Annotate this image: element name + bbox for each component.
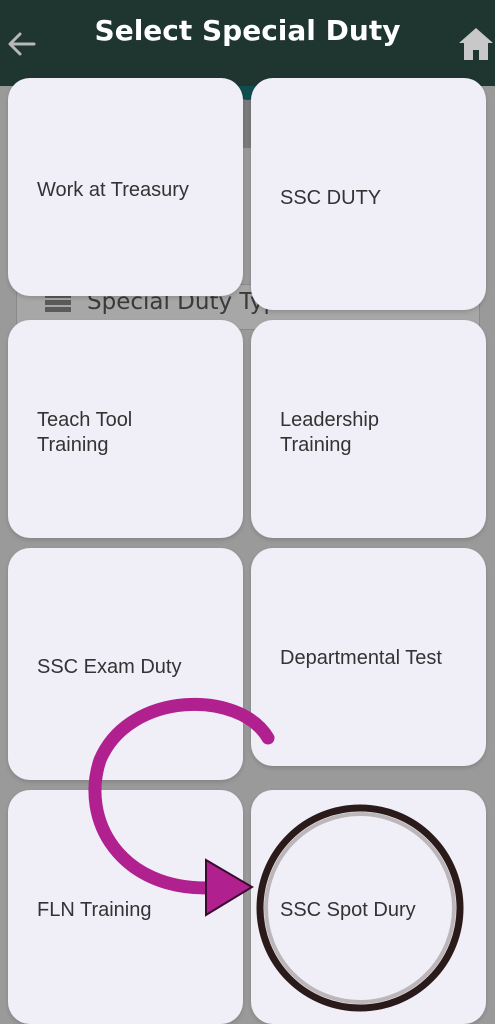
tile-label: Work at Treasury: [37, 179, 189, 201]
list-icon: [45, 293, 71, 312]
tile-label: Teach Tool Training: [37, 409, 133, 456]
tile-ssc-spot-dury[interactable]: SSC Spot Dury: [251, 790, 486, 1024]
tile-label: Departmental Test: [280, 647, 442, 669]
tile-label: SSC Spot Dury: [280, 899, 416, 921]
tile-work-at-treasury[interactable]: Work at Treasury: [8, 78, 243, 296]
tile-ssc-duty[interactable]: SSC DUTY: [251, 78, 486, 310]
tile-fln-training[interactable]: FLN Training: [8, 790, 243, 1024]
home-icon[interactable]: [456, 24, 495, 64]
tile-departmental-test[interactable]: Departmental Test: [251, 548, 486, 766]
page-title: Select Special Duty: [94, 14, 401, 47]
tile-label: FLN Training: [37, 899, 152, 921]
tile-leadership-training[interactable]: Leadership Training: [251, 320, 486, 538]
tile-teach-tool-training[interactable]: Teach Tool Training: [8, 320, 243, 538]
app-header: Select Special Duty: [0, 0, 495, 86]
tile-label: SSC DUTY: [280, 187, 382, 209]
tile-label: Leadership Training: [280, 409, 379, 456]
tile-ssc-exam-duty[interactable]: SSC Exam Duty: [8, 548, 243, 780]
tile-label: SSC Exam Duty: [37, 656, 182, 678]
